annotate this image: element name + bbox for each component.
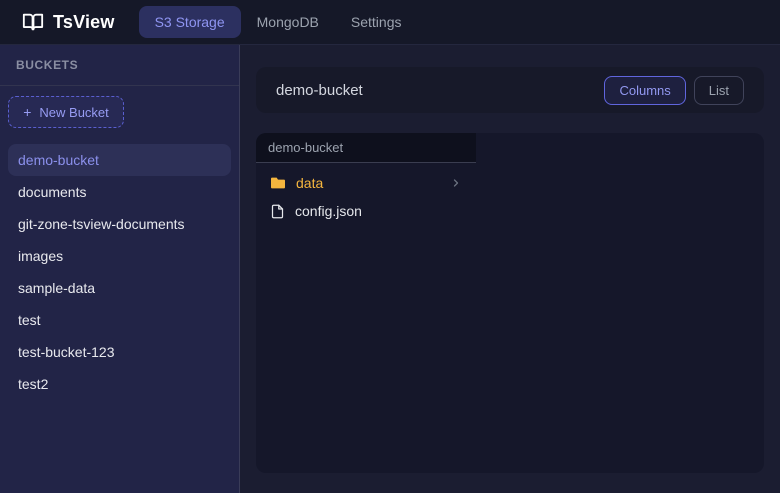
main-content: demo-bucket Columns List demo-bucket d — [240, 45, 780, 493]
folder-entry-data[interactable]: data — [256, 169, 476, 197]
chevron-right-icon — [450, 177, 462, 189]
bucket-item-test2[interactable]: test2 — [8, 368, 231, 400]
book-open-icon — [22, 11, 44, 33]
tab-mongodb[interactable]: MongoDB — [241, 6, 335, 38]
entry-name: data — [296, 175, 323, 191]
bucket-item-sample-data[interactable]: sample-data — [8, 272, 231, 304]
new-bucket-button[interactable]: + New Bucket — [8, 96, 124, 128]
list-view-button[interactable]: List — [694, 76, 744, 105]
bucket-item-test-bucket-123[interactable]: test-bucket-123 — [8, 336, 231, 368]
new-bucket-label: New Bucket — [39, 105, 108, 120]
tab-settings[interactable]: Settings — [335, 6, 418, 38]
bucket-header-panel: demo-bucket Columns List — [256, 67, 764, 113]
column-header: demo-bucket — [256, 133, 476, 163]
view-toggle: Columns List — [604, 76, 744, 105]
plus-icon: + — [23, 104, 31, 120]
bucket-item-documents[interactable]: documents — [8, 176, 231, 208]
app-title: TsView — [53, 12, 115, 33]
app-shell: BUCKETS + New Bucket demo-bucket documen… — [0, 45, 780, 493]
columns-view-button[interactable]: Columns — [604, 76, 685, 105]
file-entry-config-json[interactable]: config.json — [256, 197, 476, 225]
tab-s3-storage[interactable]: S3 Storage — [139, 6, 241, 38]
bucket-list: demo-bucket documents git-zone-tsview-do… — [0, 128, 239, 416]
folder-icon — [270, 175, 286, 191]
bucket-item-demo-bucket[interactable]: demo-bucket — [8, 144, 231, 176]
entry-name: config.json — [295, 203, 362, 219]
bucket-item-test[interactable]: test — [8, 304, 231, 336]
app-logo: TsView — [22, 11, 115, 33]
column-items: data — [256, 163, 476, 231]
top-navigation-bar: TsView S3 Storage MongoDB Settings — [0, 0, 780, 45]
bucket-item-images[interactable]: images — [8, 240, 231, 272]
buckets-sidebar: BUCKETS + New Bucket demo-bucket documen… — [0, 45, 240, 493]
browser-column-root: demo-bucket data — [256, 133, 476, 473]
file-icon — [270, 204, 285, 219]
buckets-heading: BUCKETS — [0, 45, 239, 86]
main-nav-tabs: S3 Storage MongoDB Settings — [139, 6, 418, 38]
file-browser-panel: demo-bucket data — [256, 133, 764, 473]
bucket-item-git-zone-tsview-documents[interactable]: git-zone-tsview-documents — [8, 208, 231, 240]
current-bucket-title: demo-bucket — [276, 82, 363, 99]
